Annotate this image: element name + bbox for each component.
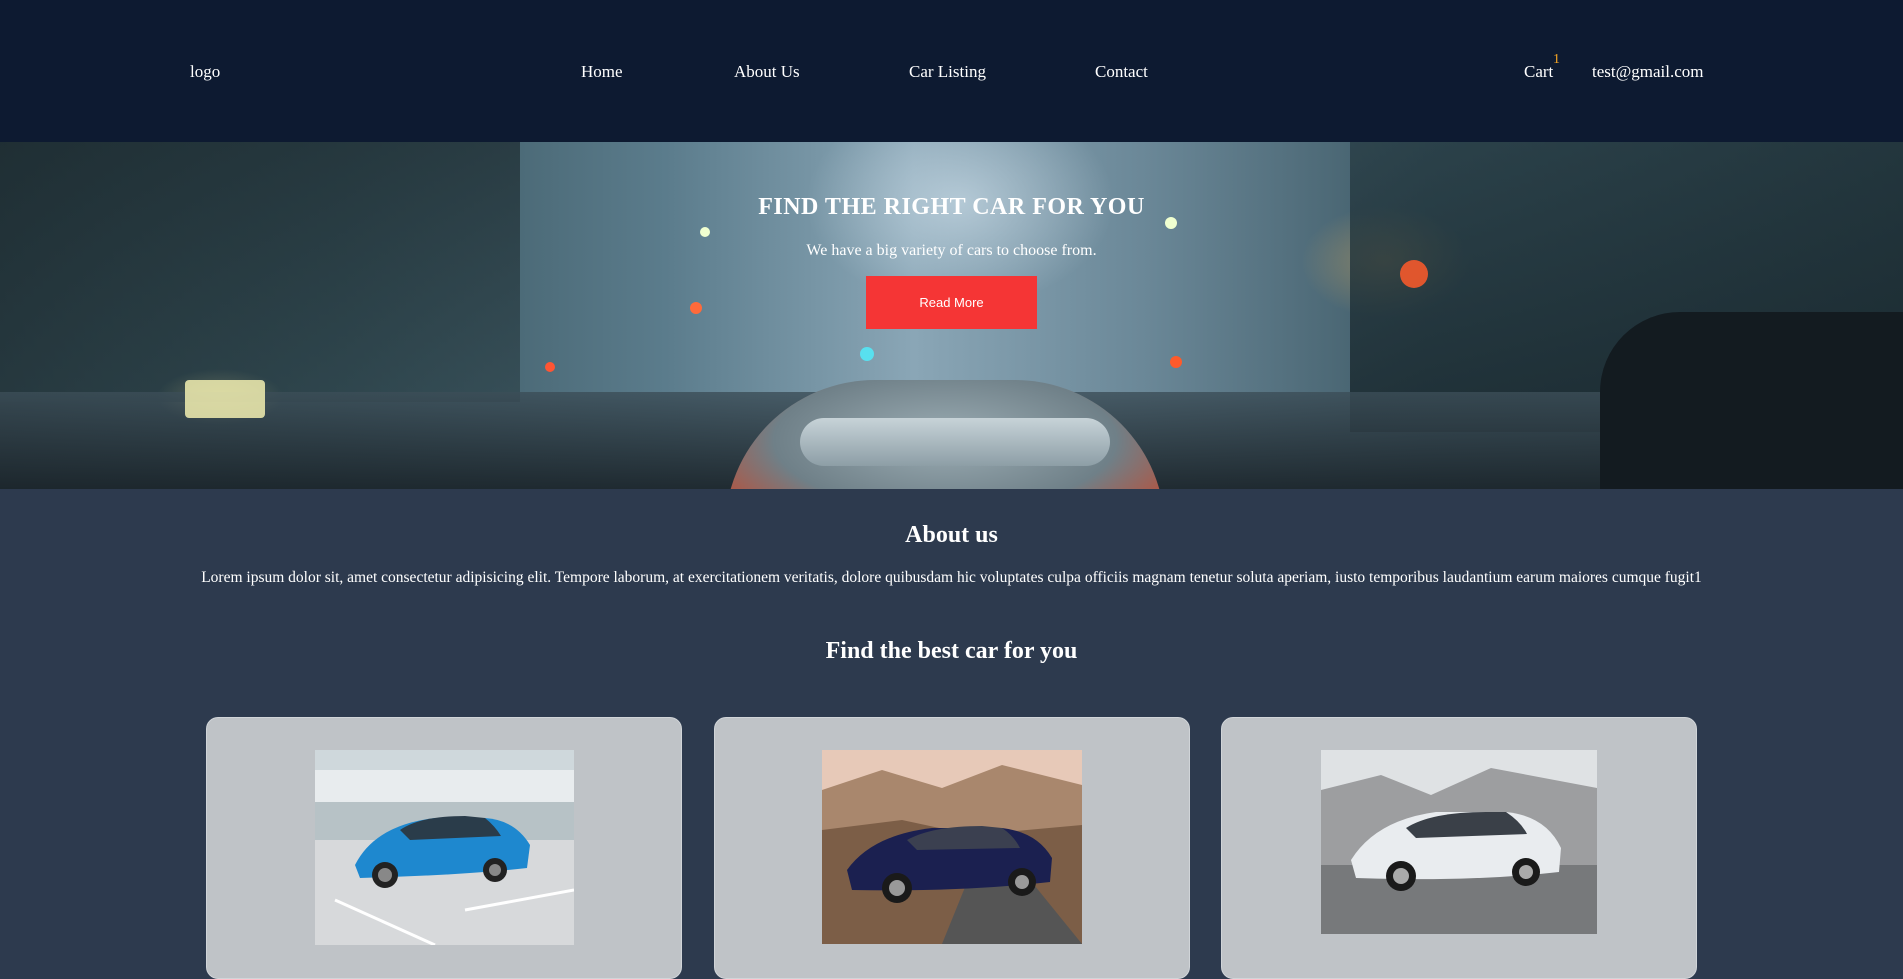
user-email[interactable]: test@gmail.com	[1592, 62, 1704, 82]
nav-about-link[interactable]: About Us	[734, 62, 800, 82]
logo[interactable]: logo	[190, 62, 220, 82]
hero-bokeh-light	[700, 227, 710, 237]
cars-section-heading: Find the best car for you	[825, 638, 1078, 664]
car-image-blue-sedan	[315, 750, 574, 945]
cart-count-badge: 1	[1553, 52, 1560, 67]
hero-light-sign	[185, 380, 265, 418]
nav-car-listing-link[interactable]: Car Listing	[909, 62, 986, 82]
navbar: logo Home About Us Car Listing Contact C…	[0, 0, 1903, 142]
hero-bokeh-light	[1170, 356, 1182, 368]
cart-link[interactable]: Cart	[1524, 62, 1553, 82]
hero-car-rear-window	[800, 418, 1110, 466]
nav-home-link[interactable]: Home	[581, 62, 623, 82]
about-heading: About us	[905, 522, 998, 548]
read-more-button[interactable]: Read More	[866, 276, 1037, 329]
hero-background-building-left	[0, 142, 520, 402]
hero-title: FIND THE RIGHT CAR FOR YOU	[758, 194, 1145, 220]
car-card[interactable]	[206, 717, 682, 979]
about-paragraph: Lorem ipsum dolor sit, amet consectetur …	[201, 569, 1702, 586]
car-card[interactable]	[714, 717, 1190, 979]
hero-subtitle: We have a big variety of cars to choose …	[806, 242, 1097, 259]
car-image-silver-sportback	[1321, 750, 1597, 934]
nav-contact-link[interactable]: Contact	[1095, 62, 1148, 82]
car-image-navy-sedan	[822, 750, 1082, 944]
hero-bokeh-light	[860, 347, 874, 361]
hero-suv	[1600, 312, 1903, 489]
car-card[interactable]	[1221, 717, 1697, 979]
hero-traffic-light	[1400, 260, 1428, 288]
hero-bokeh-light	[690, 302, 702, 314]
hero-bokeh-light	[545, 362, 555, 372]
